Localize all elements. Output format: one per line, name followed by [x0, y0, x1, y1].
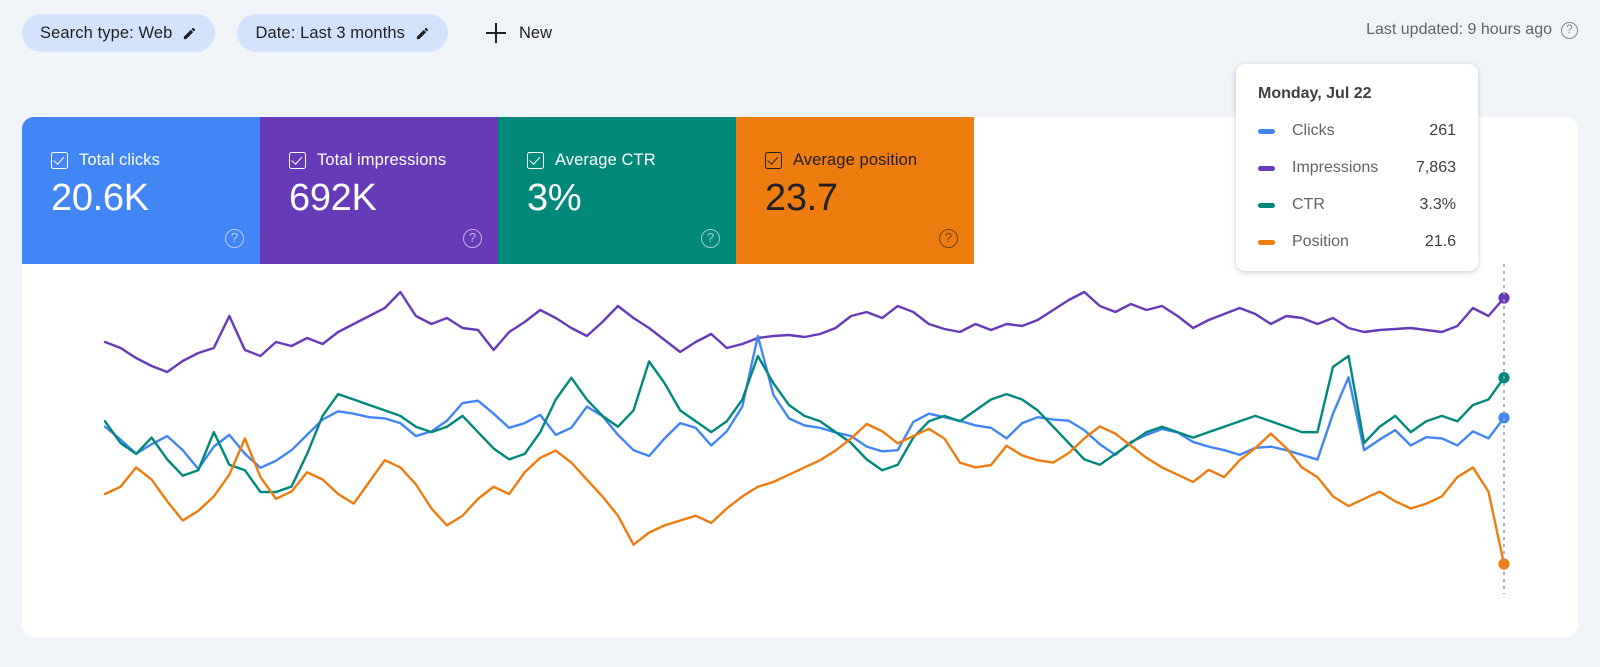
- tooltip-value: 21.6: [1424, 233, 1456, 250]
- performance-page: Search type: Web Date: Last 3 months New…: [0, 0, 1600, 667]
- metric-tile-average-position[interactable]: Average position 23.7 ?: [736, 117, 974, 264]
- pencil-icon[interactable]: [415, 26, 430, 41]
- series-swatch-impressions: [1258, 165, 1275, 171]
- metric-value: 23.7: [765, 177, 838, 219]
- tooltip-label: Clicks: [1292, 122, 1335, 139]
- last-updated-label: Last updated: 9 hours ago: [1366, 21, 1552, 38]
- help-icon[interactable]: ?: [939, 229, 958, 248]
- chart-line-impressions: [103, 290, 1506, 374]
- metric-name: Average position: [793, 151, 918, 169]
- chart-line-ctr: [103, 354, 1506, 494]
- metric-tiles: Total clicks 20.6K ? Total impressions 6…: [22, 117, 974, 264]
- metric-header: Average position: [765, 151, 974, 170]
- series-swatch-clicks: [1258, 128, 1275, 134]
- metric-name: Total impressions: [317, 151, 447, 169]
- help-icon[interactable]: ?: [225, 229, 244, 248]
- chart-line-position: [103, 422, 1506, 566]
- checkbox-icon[interactable]: [51, 152, 68, 169]
- metric-name: Average CTR: [555, 151, 656, 169]
- checkbox-icon[interactable]: [289, 152, 306, 169]
- checkbox-icon[interactable]: [765, 152, 782, 169]
- tooltip-value: 261: [1429, 122, 1456, 139]
- metric-header: Total impressions: [289, 151, 498, 170]
- chart-canvas[interactable]: [22, 264, 1578, 594]
- plus-icon: [486, 23, 507, 43]
- filter-chip-date[interactable]: Date: Last 3 months: [237, 14, 449, 52]
- last-updated: Last updated: 9 hours ago ?: [1366, 21, 1578, 39]
- tooltip-row-impressions: Impressions 7,863: [1258, 159, 1456, 177]
- metric-tile-average-ctr[interactable]: Average CTR 3% ?: [498, 117, 736, 264]
- tooltip-row-clicks: Clicks 261: [1258, 122, 1456, 140]
- filter-chip-search-type-label: Search type: Web: [40, 23, 173, 42]
- series-swatch-ctr: [1258, 202, 1275, 208]
- tooltip-label: Position: [1292, 233, 1349, 250]
- pencil-icon[interactable]: [182, 26, 197, 41]
- tooltip-label: CTR: [1292, 196, 1325, 213]
- chart-line-clicks: [103, 334, 1506, 471]
- tooltip-value: 7,863: [1415, 159, 1456, 176]
- performance-chart[interactable]: 4/23/245/2/245/11/245/20/245/29/246/7/24…: [22, 264, 1578, 637]
- tooltip-value: 3.3%: [1419, 196, 1456, 213]
- help-icon[interactable]: ?: [1561, 21, 1578, 39]
- series-swatch-position: [1258, 239, 1275, 245]
- help-icon[interactable]: ?: [463, 229, 482, 248]
- metric-value: 3%: [527, 177, 582, 219]
- checkbox-icon[interactable]: [527, 152, 544, 169]
- metric-tile-total-impressions[interactable]: Total impressions 692K ?: [260, 117, 498, 264]
- tooltip-label: Impressions: [1292, 159, 1379, 176]
- metric-header: Average CTR: [527, 151, 736, 170]
- tooltip-row-ctr: CTR 3.3%: [1258, 196, 1456, 214]
- help-icon[interactable]: ?: [701, 229, 720, 248]
- metric-header: Total clicks: [51, 151, 260, 170]
- tooltip-title: Monday, Jul 22: [1258, 85, 1372, 102]
- metric-value: 692K: [289, 177, 377, 219]
- metric-name: Total clicks: [79, 151, 160, 169]
- new-filter-button[interactable]: New: [480, 14, 558, 52]
- filter-bar: Search type: Web Date: Last 3 months New…: [0, 0, 1600, 66]
- filter-chip-date-label: Date: Last 3 months: [255, 23, 406, 42]
- metric-tile-total-clicks[interactable]: Total clicks 20.6K ?: [22, 117, 260, 264]
- filter-chip-search-type[interactable]: Search type: Web: [22, 14, 216, 52]
- chart-tooltip: Monday, Jul 22 Clicks 261 Impressions 7,…: [1236, 64, 1478, 271]
- new-filter-label: New: [519, 23, 553, 42]
- tooltip-row-position: Position 21.6: [1258, 233, 1456, 251]
- metric-value: 20.6K: [51, 177, 149, 219]
